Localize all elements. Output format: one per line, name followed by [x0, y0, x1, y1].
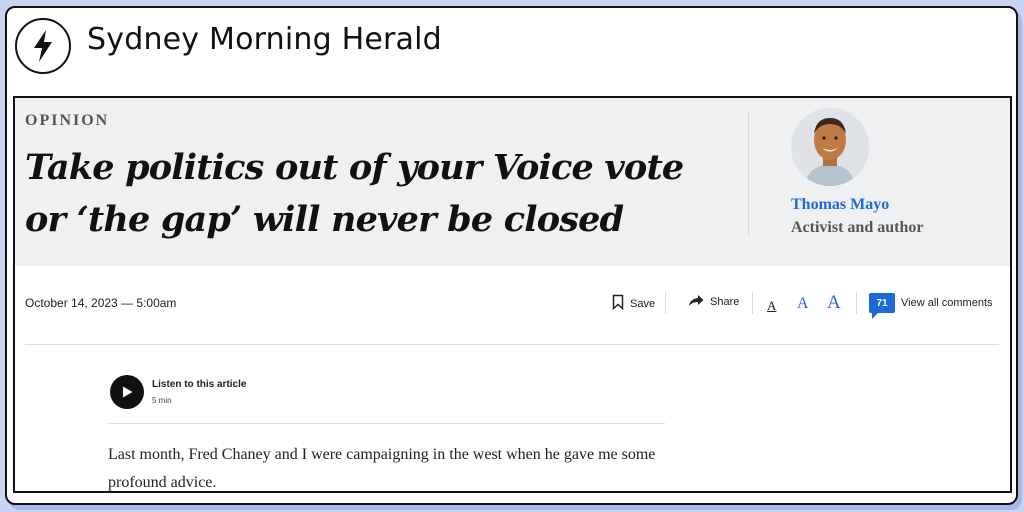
author-avatar[interactable]: [791, 108, 869, 186]
toolbar-divider: [752, 292, 753, 314]
article-header: OPINION Take politics out of your Voice …: [15, 98, 1010, 266]
audio-title: Listen to this article: [152, 379, 247, 390]
toolbar-divider: [856, 292, 857, 314]
article-frame: OPINION Take politics out of your Voice …: [13, 96, 1012, 493]
article-body-paragraph: Last month, Fred Chaney and I were campa…: [108, 446, 656, 491]
site-title: Sydney Morning Herald: [87, 22, 442, 57]
bookmark-icon: [612, 294, 624, 313]
font-size-large-button[interactable]: A: [827, 292, 841, 314]
font-size-small-button[interactable]: A: [767, 298, 776, 314]
author-role: Activist and author: [791, 219, 924, 236]
save-label: Save: [630, 297, 656, 310]
divider: [108, 423, 665, 424]
audio-play-button[interactable]: [110, 375, 144, 409]
section-label: OPINION: [25, 112, 110, 129]
play-icon: [123, 386, 133, 398]
publish-date: October 14, 2023 — 5:00am: [25, 296, 177, 310]
divider: [25, 344, 999, 345]
browser-card: Sydney Morning Herald OPINION Take polit…: [5, 6, 1018, 505]
font-size-medium-button[interactable]: A: [797, 295, 809, 313]
header-divider: [748, 112, 749, 236]
share-label: Share: [710, 296, 740, 308]
lightning-bolt-icon: [15, 18, 71, 74]
article-headline: Take politics out of your Voice vote or …: [25, 147, 684, 240]
share-arrow-icon: [688, 294, 704, 310]
toolbar-divider: [665, 292, 666, 314]
view-comments-link[interactable]: View all comments: [901, 297, 993, 309]
save-button[interactable]: Save: [612, 294, 655, 313]
author-name-link[interactable]: Thomas Mayo: [791, 196, 889, 214]
comment-count-badge[interactable]: 71: [869, 293, 895, 319]
audio-duration: 5 min: [152, 396, 172, 405]
share-button[interactable]: Share: [688, 294, 739, 310]
